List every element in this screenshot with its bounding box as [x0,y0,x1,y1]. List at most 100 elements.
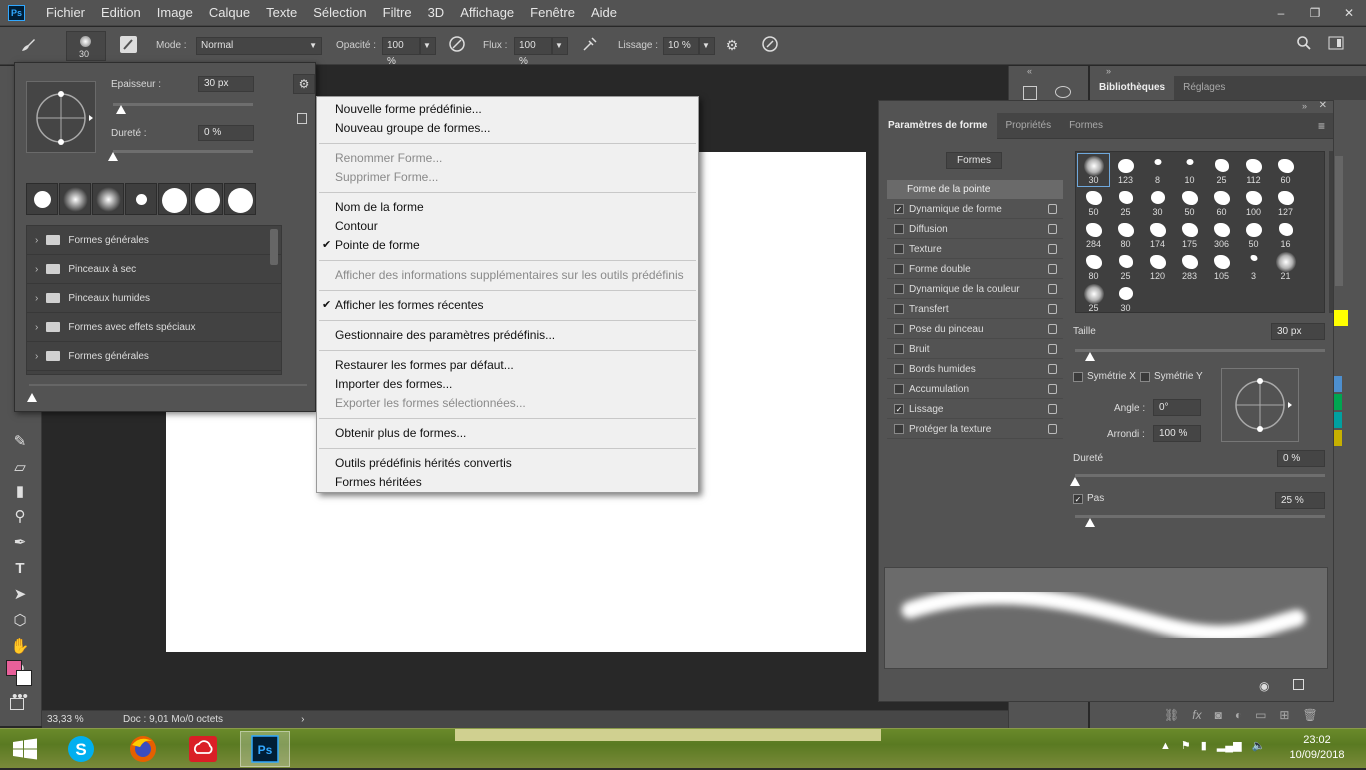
picker-gear-icon[interactable]: ⚙ [293,74,315,94]
menu-texte[interactable]: Texte [258,0,305,26]
brush-option-row[interactable]: Pose du pinceau [887,320,1063,339]
roundness-input[interactable]: 100 % [1153,425,1201,442]
brush-preset-picker[interactable]: 30 [66,31,106,61]
close-button[interactable]: ✕ [1332,1,1366,25]
tip-size-input[interactable]: 30 px [1271,323,1325,340]
flip-y-checkbox[interactable]: Symétrie Y [1140,371,1203,382]
brush-tip[interactable]: 50 [1078,186,1109,218]
menu-3d[interactable]: 3D [420,0,453,26]
tip-size-slider-thumb[interactable] [1085,352,1095,361]
brush-option-row[interactable]: Protéger la texture [887,420,1063,439]
lock-icon[interactable] [1048,384,1057,394]
brush-option-row[interactable]: ✓ Dynamique de forme [887,200,1063,219]
swatch-green[interactable] [1334,394,1342,410]
brush-folder-row[interactable]: › Formes avec effets spéciaux [27,313,281,342]
brush-option-checkbox[interactable] [894,304,904,314]
tip-hardness-slider-thumb[interactable] [1070,477,1080,486]
panel-menu-icon[interactable]: ≡ [1318,119,1325,133]
lock-icon[interactable] [1048,404,1057,414]
preview-size-slider-thumb[interactable] [27,393,37,402]
brush-option-checkbox[interactable] [894,364,904,374]
panel-collapse-icon[interactable]: » [1302,101,1307,111]
history-panel-icon[interactable] [1023,86,1037,100]
recent-brush-6[interactable] [191,183,223,215]
menu-image[interactable]: Image [149,0,201,26]
brush-option-checkbox[interactable] [894,324,904,334]
restore-button[interactable]: ❐ [1298,1,1332,25]
menu-fichier[interactable]: Fichier [38,0,93,26]
brush-tip[interactable]: 25 [1110,250,1141,282]
brush-folder-row[interactable]: › Formes générales [27,342,281,371]
recent-brush-1[interactable] [26,183,58,215]
context-menu-item[interactable]: Gestionnaire des paramètres prédéfinis..… [317,326,698,345]
preview-size-slider-track[interactable] [29,384,307,386]
status-menu-arrow-icon[interactable]: › [301,714,304,725]
flip-x-box[interactable] [1073,371,1083,382]
formes-button[interactable]: Formes [946,152,1002,169]
spacing-input[interactable]: 25 % [1275,492,1325,509]
brush-option-row[interactable]: Bords humides [887,360,1063,379]
brush-folder-row[interactable]: › Pinceaux humides [27,284,281,313]
flag-icon[interactable]: ⚑ [1181,739,1191,752]
context-menu-item[interactable]: Outils prédéfinis hérités convertis [317,454,698,473]
fx-icon[interactable]: fx [1192,708,1201,722]
angle-roundness-widget[interactable] [1221,368,1299,442]
hardness-slider-thumb[interactable] [108,152,118,161]
brush-option-checkbox[interactable] [894,224,904,234]
folder-icon[interactable]: ▭ [1255,708,1266,722]
brush-tip[interactable]: 25 [1078,282,1109,314]
volume-icon[interactable]: 🔈 [1252,739,1266,752]
menu-calque[interactable]: Calque [201,0,258,26]
size-slider-track[interactable] [113,103,253,106]
brush-option-row[interactable]: Dynamique de la couleur [887,280,1063,299]
flip-x-checkbox[interactable]: Symétrie X [1073,371,1136,382]
flip-y-box[interactable] [1140,371,1150,382]
tip-hardness-input[interactable]: 0 % [1277,450,1325,467]
opacity-input[interactable]: 100 % [382,37,420,67]
windows-start-icon[interactable] [0,731,50,767]
recent-brush-3[interactable] [92,183,124,215]
brushes-panel-icon[interactable] [1055,86,1071,98]
brush-tip[interactable]: 25 [1206,154,1237,186]
menu-fenetre[interactable]: Fenêtre [522,0,583,26]
brush-tip-shape-section[interactable]: Forme de la pointe [887,180,1063,199]
hardness-input[interactable]: 0 % [198,125,254,141]
chevron-right-icon[interactable]: › [35,235,38,246]
flow-input[interactable]: 100 % [514,37,552,67]
brush-tip[interactable]: 3 [1238,250,1269,282]
swatch-teal[interactable] [1334,412,1342,428]
pressure-opacity-icon[interactable] [447,35,467,55]
brush-tip[interactable]: 80 [1078,250,1109,282]
recent-brush-5[interactable] [158,183,190,215]
spacing-box[interactable]: ✓ [1073,493,1083,504]
lock-icon[interactable] [1048,244,1057,254]
brush-tip[interactable]: 284 [1078,218,1109,250]
type-tool-icon[interactable]: T [8,558,32,580]
brush-option-row[interactable]: ✓ Lissage [887,400,1063,419]
brush-option-row[interactable]: Diffusion [887,220,1063,239]
swatch-blue[interactable] [1334,376,1342,392]
brush-tip[interactable]: 30 [1077,153,1110,187]
brush-tip[interactable]: 105 [1206,250,1237,282]
firefox-icon[interactable] [118,731,168,767]
brush-option-checkbox[interactable] [894,424,904,434]
creative-cloud-icon[interactable] [178,731,228,767]
swatch-yellow[interactable] [1334,310,1348,326]
tab-parametres-de-forme[interactable]: Paramètres de forme [879,112,997,139]
brush-tip[interactable]: 8 [1142,154,1173,186]
zoom-level[interactable]: 33,33 % [47,714,117,725]
lock-icon[interactable] [1048,224,1057,234]
lock-icon[interactable] [1048,364,1057,374]
adjustment-icon[interactable]: ◐ [1235,708,1242,722]
smoothing-dropdown-icon[interactable]: ▼ [699,37,715,55]
tip-size-slider-track[interactable] [1075,349,1325,352]
brush-tip[interactable]: 30 [1142,186,1173,218]
tab-proprietes[interactable]: Propriétés [997,113,1061,139]
spacing-checkbox[interactable]: ✓ Pas [1073,493,1104,504]
tab-formes[interactable]: Formes [1060,113,1112,139]
lock-icon[interactable] [1048,424,1057,434]
gradient-tool-icon[interactable]: ▮ [8,481,32,503]
lock-icon[interactable] [1048,344,1057,354]
brush-tip[interactable]: 60 [1206,186,1237,218]
new-preset-icon[interactable] [297,113,307,124]
